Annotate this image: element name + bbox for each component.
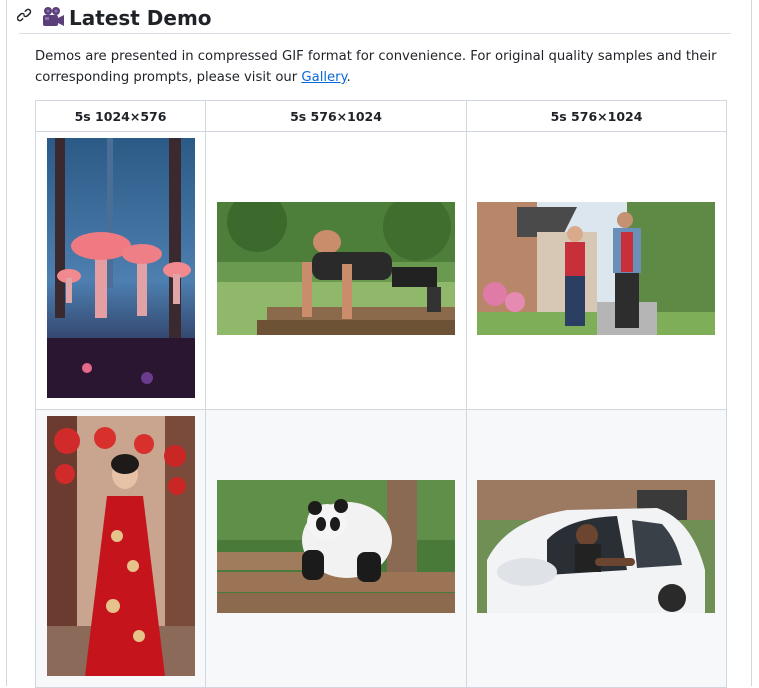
table-cell [466, 131, 727, 410]
couple-jogging-street-image[interactable] [477, 202, 715, 335]
table-row [35, 131, 727, 410]
column-header: 5s 576×1024 [205, 100, 467, 132]
table-row [35, 409, 727, 688]
woman-in-car-image[interactable] [477, 480, 715, 613]
description-before: Demos are presented in compressed GIF fo… [35, 49, 717, 85]
panda-on-logs-image[interactable] [217, 480, 455, 613]
table-cell [205, 131, 467, 410]
section-heading: Latest Demo [16, 2, 731, 34]
column-header: 5s 1024×576 [35, 100, 206, 132]
link-icon[interactable] [16, 7, 33, 23]
table-cell [466, 409, 727, 688]
glowing-mushrooms-forest-image[interactable] [47, 138, 195, 398]
table-header-row: 5s 1024×576 5s 576×1024 5s 576×1024 [35, 100, 727, 132]
readme-card: Latest Demo Demos are presented in compr… [6, 0, 752, 688]
page-title: Latest Demo [69, 6, 212, 30]
gallery-link[interactable]: Gallery [301, 70, 346, 85]
movie-camera-icon [41, 6, 65, 28]
table-cell [35, 131, 206, 410]
demo-table: 5s 1024×576 5s 576×1024 5s 576×1024 [35, 100, 727, 688]
column-header: 5s 576×1024 [466, 100, 727, 132]
man-doing-pushups-image[interactable] [217, 202, 455, 335]
table-cell [35, 409, 206, 688]
description-text: Demos are presented in compressed GIF fo… [35, 46, 735, 88]
description-after: . [346, 70, 351, 85]
table-cell [205, 409, 467, 688]
woman-red-dress-lanterns-image[interactable] [47, 416, 195, 676]
